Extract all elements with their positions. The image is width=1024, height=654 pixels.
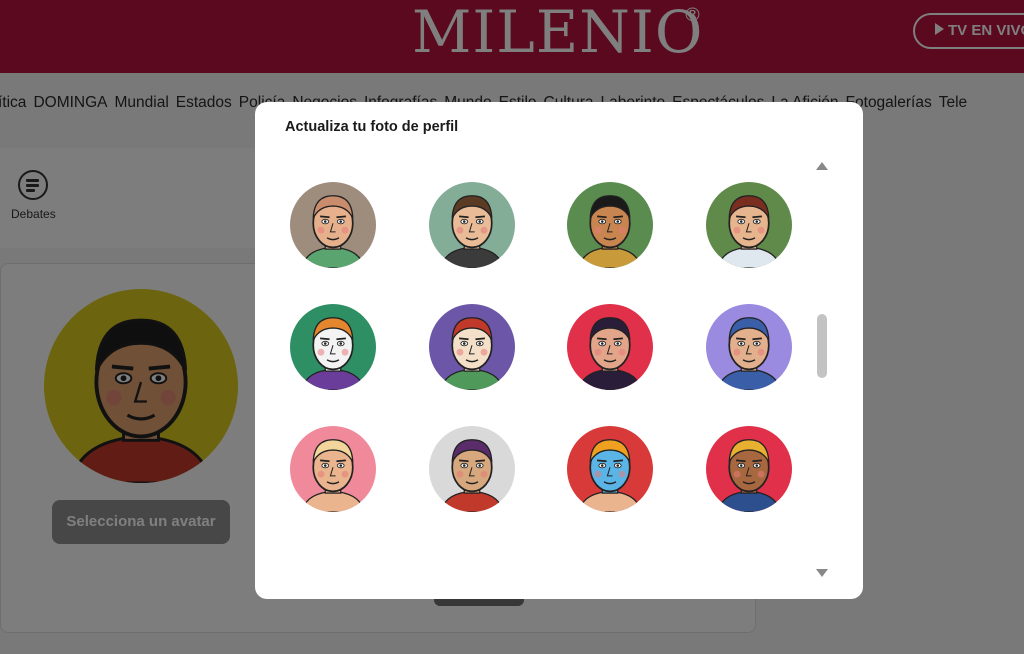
avatar-picker-modal: Actualiza tu foto de perfil — [255, 102, 863, 599]
chevron-up-icon[interactable] — [816, 162, 828, 170]
avatar-option[interactable] — [290, 304, 376, 390]
modal-title: Actualiza tu foto de perfil — [285, 119, 459, 135]
avatar-grid-viewport — [255, 157, 815, 577]
avatar-option[interactable] — [290, 182, 376, 268]
chevron-down-icon[interactable] — [816, 569, 828, 577]
avatar-option[interactable] — [706, 182, 792, 268]
scrollbar[interactable] — [813, 157, 831, 585]
avatar-option[interactable] — [290, 426, 376, 512]
avatar-option[interactable] — [429, 426, 515, 512]
avatar-option[interactable] — [706, 304, 792, 390]
avatar-option[interactable] — [567, 182, 653, 268]
avatar-option[interactable] — [567, 304, 653, 390]
avatar-option[interactable] — [429, 304, 515, 390]
scrollbar-thumb[interactable] — [817, 314, 827, 378]
avatar-option[interactable] — [429, 182, 515, 268]
avatar-option[interactable] — [567, 426, 653, 512]
avatar-option[interactable] — [706, 426, 792, 512]
